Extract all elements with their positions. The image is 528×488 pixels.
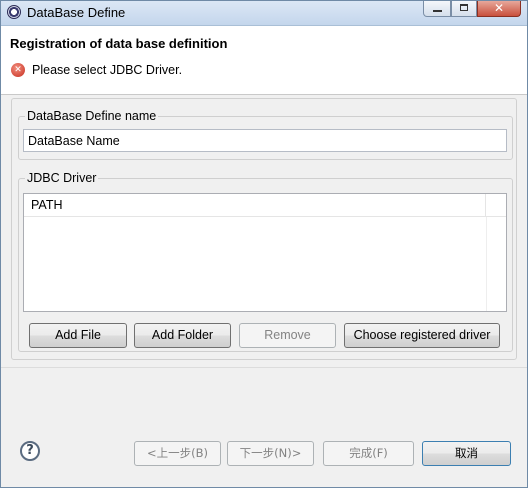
remove-button[interactable]: Remove bbox=[239, 323, 336, 348]
column-header-filler bbox=[486, 194, 506, 216]
column-header-path[interactable]: PATH bbox=[24, 194, 486, 216]
app-icon bbox=[7, 5, 21, 19]
minimize-button[interactable] bbox=[423, 1, 451, 17]
window-title: DataBase Define bbox=[27, 5, 126, 20]
error-icon: ✕ bbox=[11, 63, 25, 77]
title-bar[interactable]: DataBase Define ✕ bbox=[1, 1, 527, 26]
close-button[interactable]: ✕ bbox=[477, 1, 521, 17]
jdbc-driver-label: JDBC Driver bbox=[25, 171, 99, 185]
next-button[interactable]: 下一步(N)> bbox=[227, 441, 314, 466]
maximize-icon bbox=[460, 4, 468, 11]
minimize-icon bbox=[433, 10, 442, 12]
help-icon[interactable]: ? bbox=[20, 441, 40, 461]
table-header: PATH bbox=[24, 194, 506, 217]
error-message: Please select JDBC Driver. bbox=[32, 63, 183, 77]
page-title: Registration of data base definition bbox=[10, 36, 228, 51]
footer-separator bbox=[1, 367, 527, 368]
close-icon: ✕ bbox=[493, 1, 505, 15]
table-body[interactable] bbox=[24, 217, 506, 311]
driver-path-table[interactable]: PATH bbox=[23, 193, 507, 312]
back-button[interactable]: <上一步(B) bbox=[134, 441, 221, 466]
database-name-label: DataBase Define name bbox=[25, 109, 159, 123]
maximize-button[interactable] bbox=[451, 1, 477, 17]
cancel-button[interactable]: 取消 bbox=[422, 441, 511, 466]
column-divider bbox=[486, 217, 487, 311]
wizard-header: Registration of data base definition ✕ P… bbox=[1, 26, 527, 95]
choose-registered-driver-button[interactable]: Choose registered driver bbox=[344, 323, 500, 348]
dialog-window: DataBase Define ✕ Registration of data b… bbox=[0, 0, 528, 488]
database-name-input[interactable] bbox=[23, 129, 507, 152]
add-folder-button[interactable]: Add Folder bbox=[134, 323, 231, 348]
add-file-button[interactable]: Add File bbox=[29, 323, 127, 348]
finish-button[interactable]: 完成(F) bbox=[323, 441, 414, 466]
